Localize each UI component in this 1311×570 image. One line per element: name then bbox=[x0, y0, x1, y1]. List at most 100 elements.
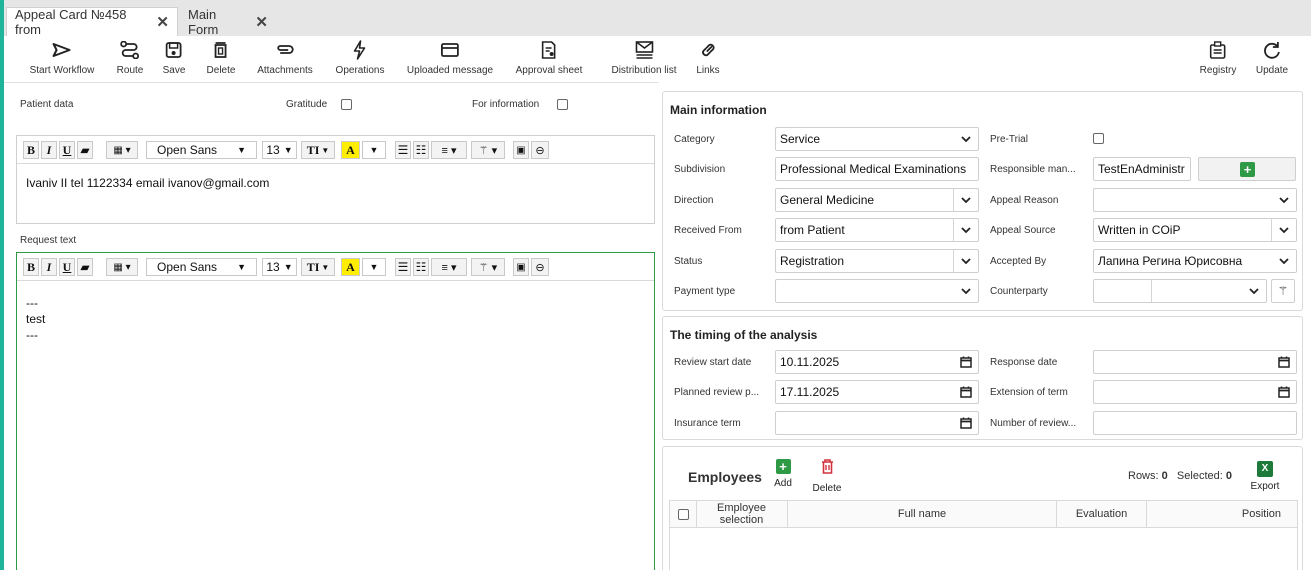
update-button[interactable]: Update bbox=[1256, 39, 1288, 76]
employees-table-body bbox=[669, 528, 1298, 570]
column-header-position[interactable]: Position bbox=[1147, 501, 1297, 527]
calendar-icon[interactable] bbox=[954, 412, 978, 434]
close-icon[interactable]: ✕ bbox=[156, 13, 169, 31]
underline-button[interactable]: U bbox=[59, 141, 75, 159]
column-header-employee-selection[interactable]: Employee selection bbox=[697, 501, 786, 527]
magic-wand-icon[interactable]: ⚚ ▾ bbox=[471, 141, 505, 159]
italic-button[interactable]: I bbox=[41, 258, 57, 276]
bullet-list-icon[interactable]: ☰ bbox=[395, 258, 411, 276]
bold-button[interactable]: B bbox=[23, 141, 39, 159]
for-information-checkbox[interactable] bbox=[557, 99, 568, 110]
route-button[interactable]: Route bbox=[117, 39, 143, 76]
text-size-icon[interactable]: TI ▼ bbox=[301, 141, 335, 159]
subdivision-field[interactable]: Professional Medical Examinations bbox=[775, 157, 979, 181]
responsible-label: Responsible man... bbox=[990, 164, 1076, 175]
eraser-icon[interactable]: ▰ bbox=[77, 258, 93, 276]
column-header-full-name[interactable]: Full name bbox=[788, 501, 1056, 527]
tab-strip: Appeal Card №458 from ✕ Main Form ✕ bbox=[4, 0, 1311, 37]
add-employee-button[interactable]: + Add bbox=[769, 459, 797, 489]
bold-button[interactable]: B bbox=[23, 258, 39, 276]
operations-button[interactable]: Operations bbox=[336, 39, 384, 76]
bullet-list-icon[interactable]: ☰ bbox=[395, 141, 411, 159]
direction-select[interactable]: General Medicine bbox=[775, 188, 979, 212]
request-line: --- bbox=[26, 328, 38, 342]
employees-table-header: Employee selection Full name Evaluation … bbox=[669, 500, 1298, 528]
select-all-checkbox[interactable] bbox=[677, 508, 689, 520]
pre-trial-checkbox[interactable] bbox=[1093, 133, 1104, 144]
link-icon[interactable]: ⊖ bbox=[531, 258, 549, 276]
patient-data-text[interactable]: Ivaniv II tel 1122334 email ivanov@gmail… bbox=[26, 175, 269, 191]
appeal-source-label: Appeal Source bbox=[990, 225, 1056, 236]
close-icon[interactable]: ✕ bbox=[255, 13, 268, 31]
approval-sheet-button[interactable]: Approval sheet bbox=[516, 39, 582, 76]
magic-wand-icon[interactable]: ⚚ ▾ bbox=[471, 258, 505, 276]
responsible-field[interactable]: TestEnAdministr bbox=[1093, 157, 1191, 181]
chevron-down-icon bbox=[1242, 280, 1266, 302]
review-start-date-field[interactable]: 10.11.2025 bbox=[775, 350, 979, 374]
table-icon[interactable]: ▦ ▾ bbox=[106, 141, 138, 159]
gratitude-checkbox[interactable] bbox=[341, 99, 352, 110]
tab-main-form[interactable]: Main Form ✕ bbox=[180, 7, 276, 37]
start-workflow-button[interactable]: Start Workflow bbox=[30, 39, 94, 76]
number-of-review-label: Number of review... bbox=[990, 418, 1077, 429]
numbered-list-icon[interactable]: ☷ bbox=[413, 141, 429, 159]
status-label: Status bbox=[674, 256, 703, 267]
chevron-down-icon[interactable]: ▼ bbox=[362, 141, 386, 159]
response-date-field[interactable] bbox=[1093, 350, 1297, 374]
text-color-button[interactable]: A bbox=[341, 141, 360, 159]
patient-data-label: Patient data bbox=[20, 99, 74, 110]
planned-review-date-field[interactable]: 17.11.2025 bbox=[775, 380, 979, 404]
send-icon bbox=[52, 39, 72, 61]
numbered-list-icon[interactable]: ☷ bbox=[413, 258, 429, 276]
received-from-select[interactable]: from Patient bbox=[775, 218, 979, 242]
align-icon[interactable]: ≡ ▾ bbox=[431, 258, 467, 276]
font-family-select[interactable]: Open Sans ▼ bbox=[146, 141, 257, 159]
category-select[interactable]: Service bbox=[775, 127, 979, 151]
calendar-icon[interactable] bbox=[954, 351, 978, 373]
link-icon[interactable]: ⊖ bbox=[531, 141, 549, 159]
table-icon[interactable]: ▦ ▾ bbox=[106, 258, 138, 276]
calendar-icon[interactable] bbox=[954, 381, 978, 403]
tab-appeal-card[interactable]: Appeal Card №458 from ✕ bbox=[6, 7, 178, 37]
save-button[interactable]: Save bbox=[163, 39, 185, 76]
links-button[interactable]: Links bbox=[696, 39, 720, 76]
main-information-panel: Main information Category Service Subdiv… bbox=[662, 91, 1303, 311]
calendar-icon[interactable] bbox=[1272, 381, 1296, 403]
extension-of-term-field[interactable] bbox=[1093, 380, 1297, 404]
request-text-body[interactable]: --- test --- bbox=[26, 295, 45, 343]
appeal-source-select[interactable]: Written in COiP bbox=[1093, 218, 1297, 242]
image-icon[interactable]: ▣ bbox=[513, 258, 529, 276]
column-header-evaluation[interactable]: Evaluation bbox=[1057, 501, 1146, 527]
image-icon[interactable]: ▣ bbox=[513, 141, 529, 159]
distribution-list-button[interactable]: Distribution list bbox=[611, 39, 677, 76]
registry-button[interactable]: Registry bbox=[1200, 39, 1236, 76]
attachments-button[interactable]: Attachments bbox=[257, 39, 313, 76]
export-button[interactable]: X Export bbox=[1247, 461, 1283, 492]
excel-icon: X bbox=[1257, 461, 1273, 477]
magic-wand-icon[interactable]: ⚚ bbox=[1271, 279, 1295, 303]
underline-button[interactable]: U bbox=[59, 258, 75, 276]
delete-button[interactable]: Delete bbox=[207, 39, 235, 76]
status-select[interactable]: Registration bbox=[775, 249, 979, 273]
chevron-down-icon bbox=[954, 128, 978, 150]
calendar-icon[interactable] bbox=[1272, 351, 1296, 373]
payment-type-select[interactable] bbox=[775, 279, 979, 303]
chevron-down-icon[interactable]: ▼ bbox=[362, 258, 386, 276]
accepted-by-select[interactable]: Лапина Регина Юрисовна bbox=[1093, 249, 1297, 273]
insurance-term-field[interactable] bbox=[775, 411, 979, 435]
add-responsible-button[interactable]: + bbox=[1198, 157, 1296, 181]
align-icon[interactable]: ≡ ▾ bbox=[431, 141, 467, 159]
text-color-button[interactable]: A bbox=[341, 258, 360, 276]
eraser-icon[interactable]: ▰ bbox=[77, 141, 93, 159]
counterparty-select[interactable] bbox=[1093, 279, 1267, 303]
delete-employee-button[interactable]: Delete bbox=[809, 459, 845, 494]
appeal-reason-select[interactable] bbox=[1093, 188, 1297, 212]
gratitude-label: Gratitude bbox=[286, 99, 328, 110]
text-size-icon[interactable]: TI ▼ bbox=[301, 258, 335, 276]
font-size-select[interactable]: 13 ▼ bbox=[262, 141, 297, 159]
italic-button[interactable]: I bbox=[41, 141, 57, 159]
font-size-select[interactable]: 13 ▼ bbox=[262, 258, 297, 276]
number-of-review-field[interactable] bbox=[1093, 411, 1297, 435]
font-family-select[interactable]: Open Sans ▼ bbox=[146, 258, 257, 276]
uploaded-message-button[interactable]: Uploaded message bbox=[407, 39, 493, 76]
